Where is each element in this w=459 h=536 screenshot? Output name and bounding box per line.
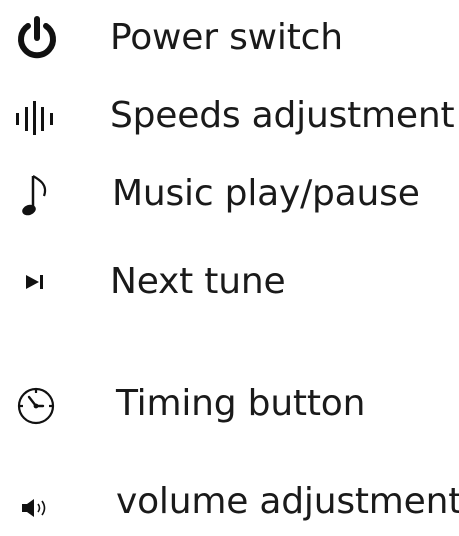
timer-clock-icon (14, 386, 58, 426)
next-track-icon (24, 272, 48, 292)
legend-item-power: Power switch (0, 8, 459, 68)
music-note-icon (20, 172, 54, 220)
legend-item-next: Next tune (0, 252, 459, 312)
speed-bars-icon (14, 100, 60, 136)
speaker-volume-icon (20, 496, 52, 520)
legend-label: volume adjustment (116, 481, 459, 522)
legend-item-music: Music play/pause (0, 164, 459, 224)
legend-item-timing: Timing button (0, 374, 459, 434)
legend-label: Timing button (116, 383, 366, 424)
power-icon (12, 14, 62, 64)
legend-label: Music play/pause (112, 173, 420, 214)
legend-label: Speeds adjustment (110, 95, 455, 136)
legend-item-speeds: Speeds adjustment (0, 86, 459, 146)
legend-label: Power switch (110, 17, 343, 58)
legend-label: Next tune (110, 261, 286, 302)
legend-item-volume: volume adjustment (0, 476, 459, 536)
